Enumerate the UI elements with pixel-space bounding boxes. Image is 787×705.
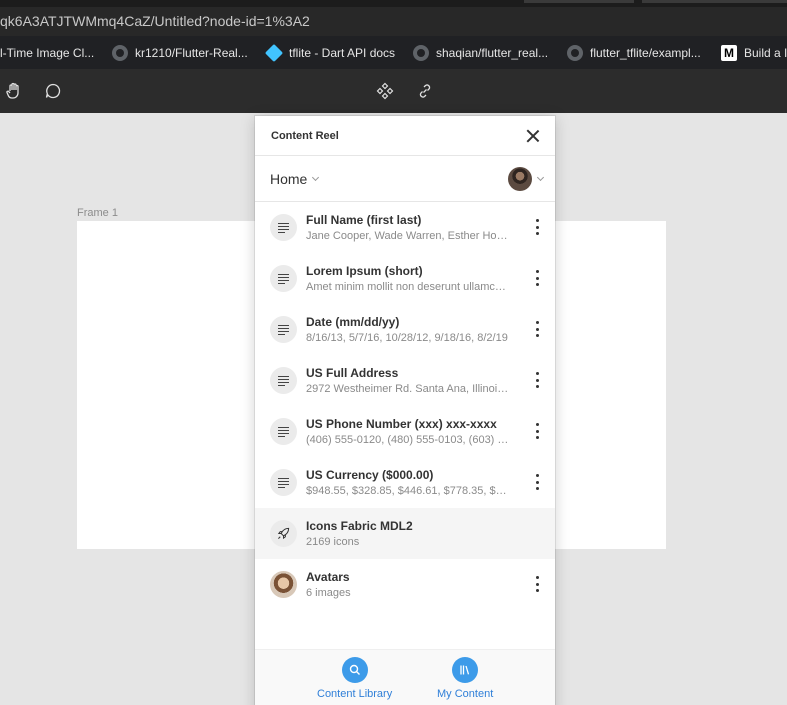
browser-tab[interactable] [642,0,787,3]
list-item[interactable]: US Currency ($000.00) $948.55, $328.85, … [255,457,555,508]
github-icon [567,44,583,61]
item-title: Icons Fabric MDL2 [306,519,413,533]
list-item[interactable]: US Full Address 2972 Westheimer Rd. Sant… [255,355,555,406]
bookmark-label: l-Time Image Cl... [0,45,95,60]
bookmark-item[interactable]: kr1210/Flutter-Real... [112,36,248,69]
text-lines-icon [270,316,297,343]
item-subtitle: 2169 icons [306,536,360,548]
bookmark-item[interactable]: M Build a I [721,36,787,69]
home-label: Home [270,170,308,187]
list-item[interactable]: US Phone Number (xxx) xxx-xxxx (406) 555… [255,406,555,457]
bookmark-item[interactable]: l-Time Image Cl... [0,36,94,69]
bookmark-item[interactable]: shaqian/flutter_real... [413,36,548,69]
item-subtitle: 8/16/13, 5/7/16, 10/28/12, 9/18/16, 8/2/… [306,332,508,344]
more-options-icon[interactable] [535,321,539,337]
item-subtitle: Amet minim mollit non deserunt ullamco e… [306,281,511,293]
rocket-icon [270,520,297,547]
bookmark-label: tflite - Dart API docs [289,45,396,60]
item-subtitle: 6 images [306,587,351,599]
list-item[interactable]: Lorem Ipsum (short) Amet minim mollit no… [255,253,555,304]
search-icon [341,657,368,683]
bookmarks-bar: l-Time Image Cl... kr1210/Flutter-Real..… [0,36,787,69]
bookmark-item[interactable]: tflite - Dart API docs [264,36,396,69]
item-title: US Full Address [306,366,399,380]
content-list: Full Name (first last) Jane Cooper, Wade… [255,202,555,610]
item-subtitle: $948.55, $328.85, $446.61, $778.35, $275… [306,485,511,497]
user-menu[interactable] [508,166,545,191]
item-subtitle: Jane Cooper, Wade Warren, Esther Howard [306,230,511,242]
bookmark-label: flutter_tflite/exampl... [590,45,701,60]
item-title: Avatars [306,570,350,584]
chevron-down-icon [312,173,320,181]
comment-tool-icon[interactable] [42,69,64,113]
list-item[interactable]: Date (mm/dd/yy) 8/16/13, 5/7/16, 10/28/1… [255,304,555,355]
figma-toolbar [0,69,787,113]
browser-tab[interactable] [524,0,634,3]
github-icon [413,44,429,61]
more-options-icon[interactable] [535,372,539,388]
text-lines-icon [270,418,297,445]
text-lines-icon [270,265,297,292]
more-options-icon[interactable] [535,270,539,286]
text-lines-icon [270,214,297,241]
link-icon[interactable] [414,69,436,113]
library-icon [452,657,479,683]
list-item[interactable]: Avatars 6 images [255,559,555,610]
item-title: Full Name (first last) [306,213,422,227]
dart-icon [264,43,284,62]
item-subtitle: (406) 555-0120, (480) 555-0103, (603) 55… [306,434,511,446]
bookmark-item[interactable]: flutter_tflite/exampl... [567,36,701,69]
list-item[interactable]: Full Name (first last) Jane Cooper, Wade… [255,202,555,253]
frame-label[interactable]: Frame 1 [77,207,118,219]
item-subtitle: 2972 Westheimer Rd. Santa Ana, Illinois … [306,383,511,395]
hand-tool-icon[interactable] [3,69,25,113]
medium-icon: M [721,44,737,61]
avatar-thumbnail [270,571,297,598]
home-row: Home [255,156,555,202]
content-library-label: Content Library [317,688,393,700]
browser-tab-strip [0,0,787,7]
home-dropdown[interactable]: Home [270,170,320,187]
more-options-icon[interactable] [535,219,539,235]
more-options-icon[interactable] [535,423,539,439]
bookmark-label: kr1210/Flutter-Real... [135,45,248,60]
screen: qk6A3ATJTWMmq4CaZ/Untitled?node-id=1%3A2… [0,0,787,705]
item-title: Date (mm/dd/yy) [306,315,400,329]
text-lines-icon [270,367,297,394]
bookmark-label: Build a I [744,45,787,60]
my-content-button[interactable]: My Content [437,657,493,700]
panel-title: Content Reel [271,129,339,142]
avatar [508,166,532,191]
panel-header: Content Reel [255,116,555,156]
chevron-down-icon [536,173,545,181]
panel-footer: Content Library My Content [255,649,555,705]
bookmark-label: shaqian/flutter_real... [436,45,549,60]
item-title: US Phone Number (xxx) xxx-xxxx [306,417,497,431]
item-title: Lorem Ipsum (short) [306,264,423,278]
url-text: qk6A3ATJTWMmq4CaZ/Untitled?node-id=1%3A2 [0,13,310,29]
my-content-label: My Content [437,688,494,700]
more-options-icon[interactable] [535,474,539,490]
github-icon [112,44,128,61]
list-item[interactable]: Icons Fabric MDL2 2169 icons [255,508,555,559]
content-reel-panel: Content Reel Home Full Name (first last) [255,116,555,705]
close-icon[interactable] [525,128,541,144]
address-bar[interactable]: qk6A3ATJTWMmq4CaZ/Untitled?node-id=1%3A2 [0,7,787,36]
more-options-icon[interactable] [535,576,539,592]
item-title: US Currency ($000.00) [306,468,434,482]
component-icon[interactable] [374,69,396,113]
text-lines-icon [270,469,297,496]
content-library-button[interactable]: Content Library [317,657,392,700]
